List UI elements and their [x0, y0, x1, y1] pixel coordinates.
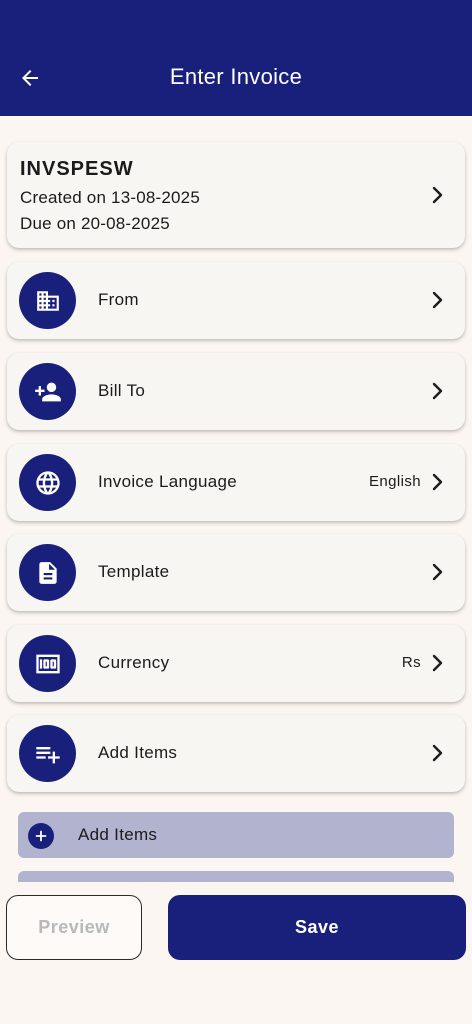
- invoice-summary-card[interactable]: INVSPESW Created on 13-08-2025 Due on 20…: [7, 142, 465, 248]
- invoice-number: INVSPESW: [20, 158, 134, 180]
- due-date: Due on 20-08-2025: [20, 214, 170, 233]
- row-invoice-language[interactable]: Invoice Language English: [7, 444, 465, 521]
- row-label: Bill To: [98, 381, 146, 400]
- row-label: Invoice Language: [98, 472, 238, 491]
- chevron-right-icon: [431, 744, 445, 762]
- add-item-button[interactable]: Add Items: [18, 812, 454, 858]
- preview-button[interactable]: Preview: [6, 895, 142, 960]
- chevron-right-icon: [431, 654, 445, 672]
- save-button[interactable]: Save: [168, 895, 466, 960]
- row-from[interactable]: From: [7, 262, 465, 339]
- page-title: Enter Invoice: [169, 64, 303, 89]
- row-value: Rs: [401, 654, 421, 671]
- row-bill-to[interactable]: Bill To: [7, 353, 465, 430]
- row-template[interactable]: Template: [7, 534, 465, 611]
- chevron-right-icon: [431, 473, 445, 491]
- row-value: English: [369, 473, 421, 490]
- chevron-right-icon: [431, 563, 445, 581]
- money-icon: [19, 635, 76, 692]
- row-currency[interactable]: Currency Rs: [7, 625, 465, 702]
- bottom-action-bar: Preview Save: [0, 882, 472, 1024]
- plus-circle-icon: [28, 823, 54, 849]
- created-date: Created on 13-08-2025: [20, 188, 200, 207]
- row-label: Template: [98, 562, 170, 581]
- row-add-items[interactable]: Add Items: [7, 715, 465, 792]
- row-label: Add Items: [98, 743, 178, 762]
- app-header: Enter Invoice: [0, 0, 472, 116]
- chevron-right-icon: [431, 186, 445, 204]
- add-item-label: Add Items: [78, 825, 158, 844]
- add-person-icon: [19, 363, 76, 420]
- chevron-right-icon: [431, 291, 445, 309]
- building-icon: [19, 272, 76, 329]
- item-entry[interactable]: [18, 871, 454, 882]
- globe-icon: [19, 454, 76, 511]
- playlist-add-icon: [19, 725, 76, 782]
- main-content: INVSPESW Created on 13-08-2025 Due on 20…: [0, 116, 472, 882]
- row-label: From: [98, 290, 139, 309]
- chevron-right-icon: [431, 382, 445, 400]
- row-label: Currency: [98, 653, 170, 672]
- document-icon: [19, 544, 76, 601]
